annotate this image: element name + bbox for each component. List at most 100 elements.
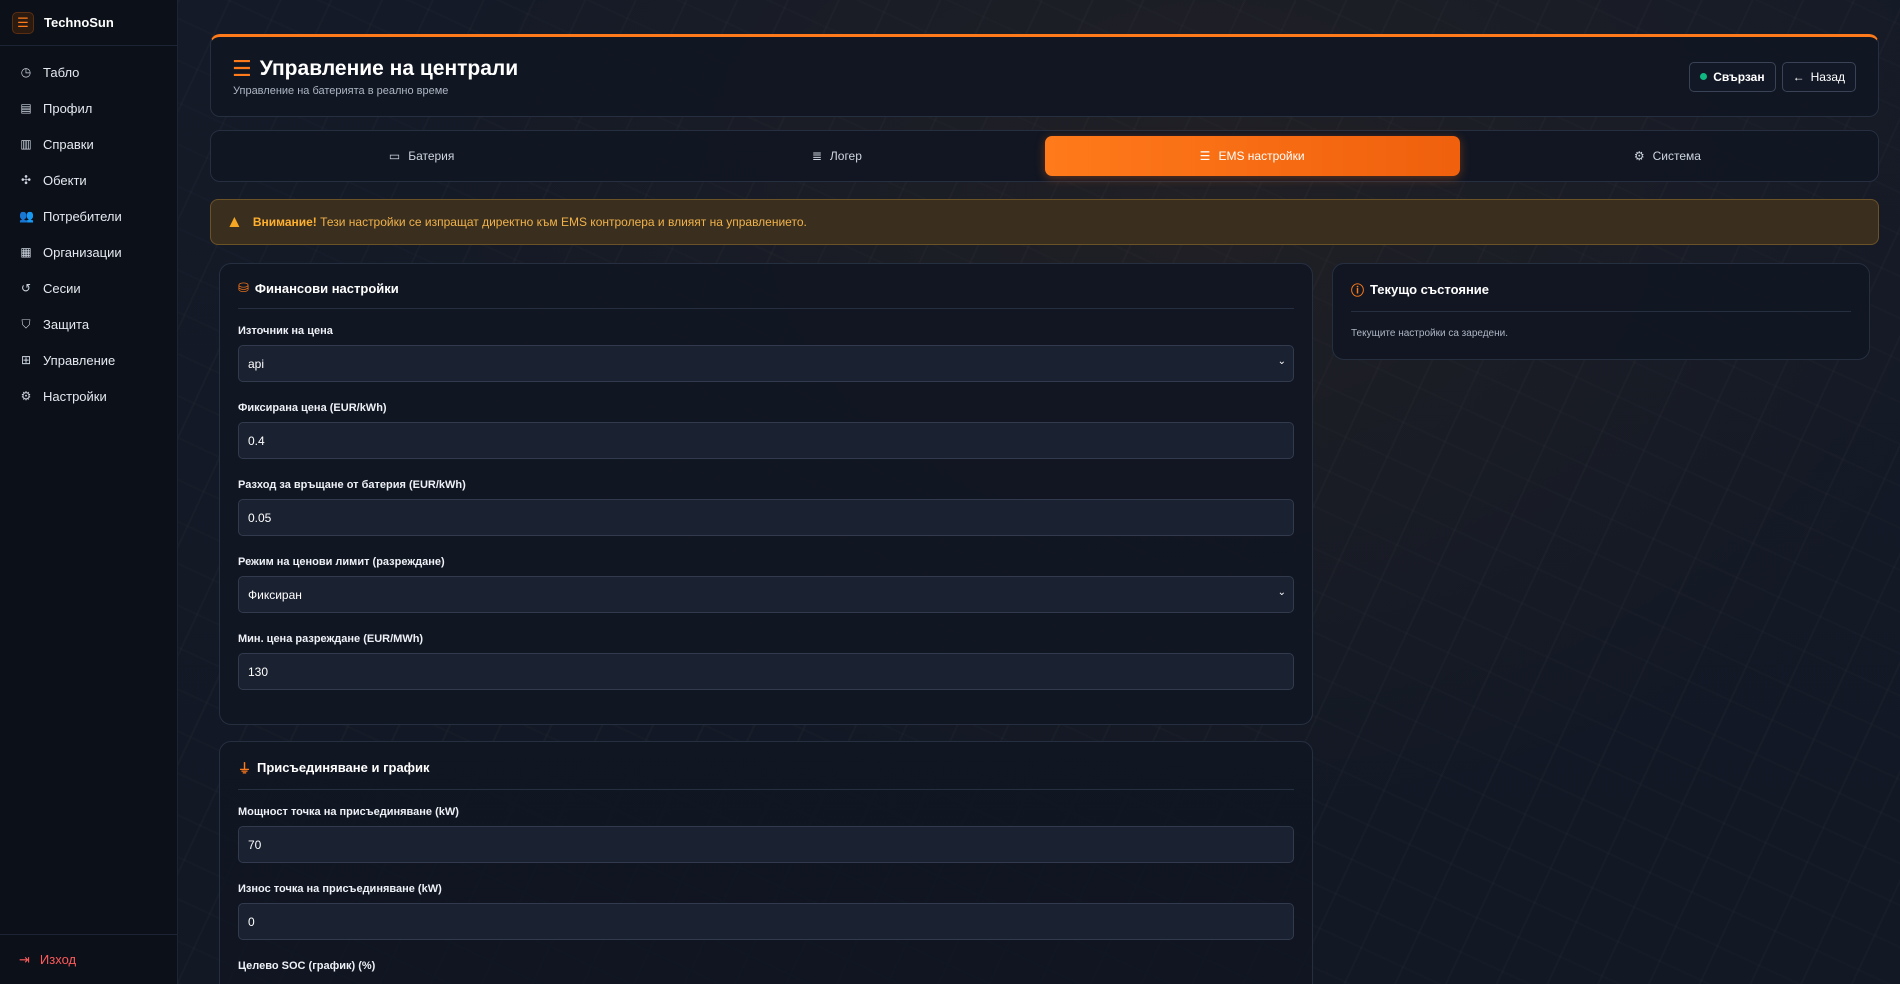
tab-label: Логер <box>829 149 862 163</box>
sidebar-item-label: Справки <box>43 136 94 152</box>
price-source-field: Източник на цена api ⌄ <box>238 325 1294 382</box>
card-title: ⏚ Присъединяване и график <box>238 758 1294 790</box>
sidebar-item-label: Профил <box>43 100 93 116</box>
database-icon: ≣ <box>811 149 822 163</box>
sidebar-item-settings[interactable]: ⚙ Настройки <box>0 378 177 414</box>
alert-strong: Внимание! <box>252 215 317 229</box>
page-title: Управление на централи <box>259 56 519 80</box>
tab-label: Батерия <box>408 149 455 163</box>
sidebar-item-label: Сесии <box>43 280 81 296</box>
sidebar-item-label: Защита <box>43 316 90 332</box>
field-label: Мощност точка на присъединяване (kW) <box>238 806 459 818</box>
sidebar: ☰ TechnoSun ◷ Табло ▤ Профил ▥ Справки ✣ Обе… <box>0 0 178 984</box>
tab-battery[interactable]: ▭ Батерия <box>214 136 629 176</box>
tab-system[interactable]: ⚙ Система <box>1460 136 1875 176</box>
connection-status-button[interactable]: Свързан <box>1689 61 1776 92</box>
current-status-card: ⓘ Текущо състояние Текущите настройки са… <box>1332 263 1870 360</box>
select-wrapper: api ⌄ <box>238 345 1294 382</box>
field-label: Режим на ценови лимит (разреждане) <box>238 556 445 568</box>
building-icon: ▦ <box>20 245 32 259</box>
price-source-select[interactable]: api <box>238 345 1294 382</box>
fixed-price-input[interactable] <box>238 422 1294 459</box>
title-row: ☰ Управление на централи <box>232 57 518 81</box>
sidebar-item-label: Настройки <box>43 388 107 404</box>
connection-power-field: Мощност точка на присъединяване (kW) <box>238 806 1294 863</box>
card-title-text: Финансови настройки <box>254 280 399 296</box>
sidebar-item-label: Обекти <box>43 172 87 188</box>
alert-text: Тези настройки се изпращат директно към … <box>320 215 807 229</box>
field-label: Фиксирана цена (EUR/kWh) <box>238 402 387 414</box>
tab-label: Система <box>1652 149 1701 163</box>
gear-icon: ⚙ <box>20 389 32 403</box>
dashboard-icon: ◷ <box>20 65 32 79</box>
warning-icon: ▲ <box>226 212 243 231</box>
shield-icon: ⛉ <box>21 316 31 331</box>
card-title-text: Присъединяване и график <box>257 760 430 775</box>
main-content: ☰ Управление на централи Управление на б… <box>210 34 1879 984</box>
sliders-icon: ☰ <box>232 55 252 81</box>
return-cost-field: Разход за връщане от батерия (EUR/kWh) <box>238 479 1294 536</box>
min-discharge-price-field: Мин. цена разреждане (EUR/MWh) <box>238 633 1294 690</box>
sidebar-nav: ◷ Табло ▤ Профил ▥ Справки ✣ Обекти 👥 Потреби… <box>0 46 177 934</box>
id-card-icon: ▤ <box>20 101 32 115</box>
left-column: ⛁ Финансови настройки Източник на цена a… <box>219 263 1313 984</box>
status-dot-icon <box>1700 73 1708 80</box>
card-title: ⓘ Текущо състояние <box>1351 280 1851 312</box>
sidebar-item-users[interactable]: 👥 Потребители <box>0 198 177 234</box>
sidebar-item-reports[interactable]: ▥ Справки <box>0 126 177 162</box>
app-name: TechnoSun <box>44 15 114 30</box>
tab-label: EMS настройки <box>1218 149 1305 163</box>
brand: ☰ TechnoSun <box>0 0 177 46</box>
tab-ems-settings[interactable]: ☰ EMS настройки <box>1044 136 1460 176</box>
field-label: Целево SOC (график) (%) <box>238 960 376 972</box>
logout-button[interactable]: ⇥ Изход <box>0 934 177 984</box>
sidebar-item-dashboard[interactable]: ◷ Табло <box>0 54 177 90</box>
sidebar-item-management[interactable]: ⊞ Управление <box>0 342 177 378</box>
price-limit-mode-field: Режим на ценови лимит (разреждане) Фикси… <box>238 556 1294 613</box>
battery-icon: ▭ <box>388 149 401 163</box>
target-soc-field: Целево SOC (график) (%) <box>238 960 1294 972</box>
sliders-icon: ☰ <box>1199 149 1211 163</box>
alert-message: Внимание! Тези настройки се изпращат дир… <box>253 215 807 229</box>
header-buttons: Свързан ← Назад <box>1689 61 1856 92</box>
field-label: Разход за връщане от батерия (EUR/kWh) <box>238 479 466 491</box>
connection-export-input[interactable] <box>238 903 1294 940</box>
status-label: Свързан <box>1713 69 1765 84</box>
sidebar-item-objects[interactable]: ✣ Обекти <box>0 162 177 198</box>
return-cost-input[interactable] <box>238 499 1294 536</box>
content-columns: ⛁ Финансови настройки Източник на цена a… <box>210 263 1879 984</box>
min-discharge-price-input[interactable] <box>238 653 1294 690</box>
sidebar-item-label: Потребители <box>43 208 122 224</box>
sidebar-item-security[interactable]: ⛉ Защита <box>0 306 177 342</box>
price-limit-mode-select[interactable]: Фиксиран <box>238 576 1294 613</box>
right-column: ⓘ Текущо състояние Текущите настройки са… <box>1332 263 1870 984</box>
connection-power-input[interactable] <box>238 826 1294 863</box>
back-label: Назад <box>1810 69 1845 84</box>
header-text: ☰ Управление на централи Управление на б… <box>232 57 518 97</box>
card-title-text: Текущо състояние <box>1370 282 1490 297</box>
sidebar-item-organizations[interactable]: ▦ Организации <box>0 234 177 270</box>
page-header: ☰ Управление на централи Управление на б… <box>210 34 1879 117</box>
objects-icon: ✣ <box>20 173 32 187</box>
connection-schedule-card: ⏚ Присъединяване и график Мощност точка … <box>219 741 1313 984</box>
financial-settings-card: ⛁ Финансови настройки Източник на цена a… <box>219 263 1313 725</box>
select-wrapper: Фиксиран ⌄ <box>238 576 1294 613</box>
logout-label: Изход <box>39 952 77 967</box>
status-text: Текущите настройки са заредени. <box>1351 328 1509 339</box>
logout-icon: ⇥ <box>19 951 30 967</box>
card-title: ⛁ Финансови настройки <box>238 280 1294 309</box>
plug-icon: ⏚ <box>238 761 252 776</box>
fixed-price-field: Фиксирана цена (EUR/kWh) <box>238 402 1294 459</box>
back-button[interactable]: ← Назад <box>1781 61 1856 92</box>
page-subtitle: Управление на батерията в реално време <box>233 84 449 97</box>
arrow-left-icon: ← <box>1792 69 1805 84</box>
users-icon: 👥 <box>19 209 34 223</box>
hamburger-menu-icon[interactable]: ☰ <box>12 11 34 34</box>
sidebar-item-label: Табло <box>43 64 80 80</box>
sidebar-item-profile[interactable]: ▤ Профил <box>0 90 177 126</box>
grid-icon: ⊞ <box>20 353 32 367</box>
sidebar-item-label: Управление <box>43 352 116 368</box>
tab-logger[interactable]: ≣ Логер <box>629 136 1044 176</box>
field-label: Износ точка на присъединяване (kW) <box>238 883 442 895</box>
sidebar-item-sessions[interactable]: ↺ Сесии <box>0 270 177 306</box>
